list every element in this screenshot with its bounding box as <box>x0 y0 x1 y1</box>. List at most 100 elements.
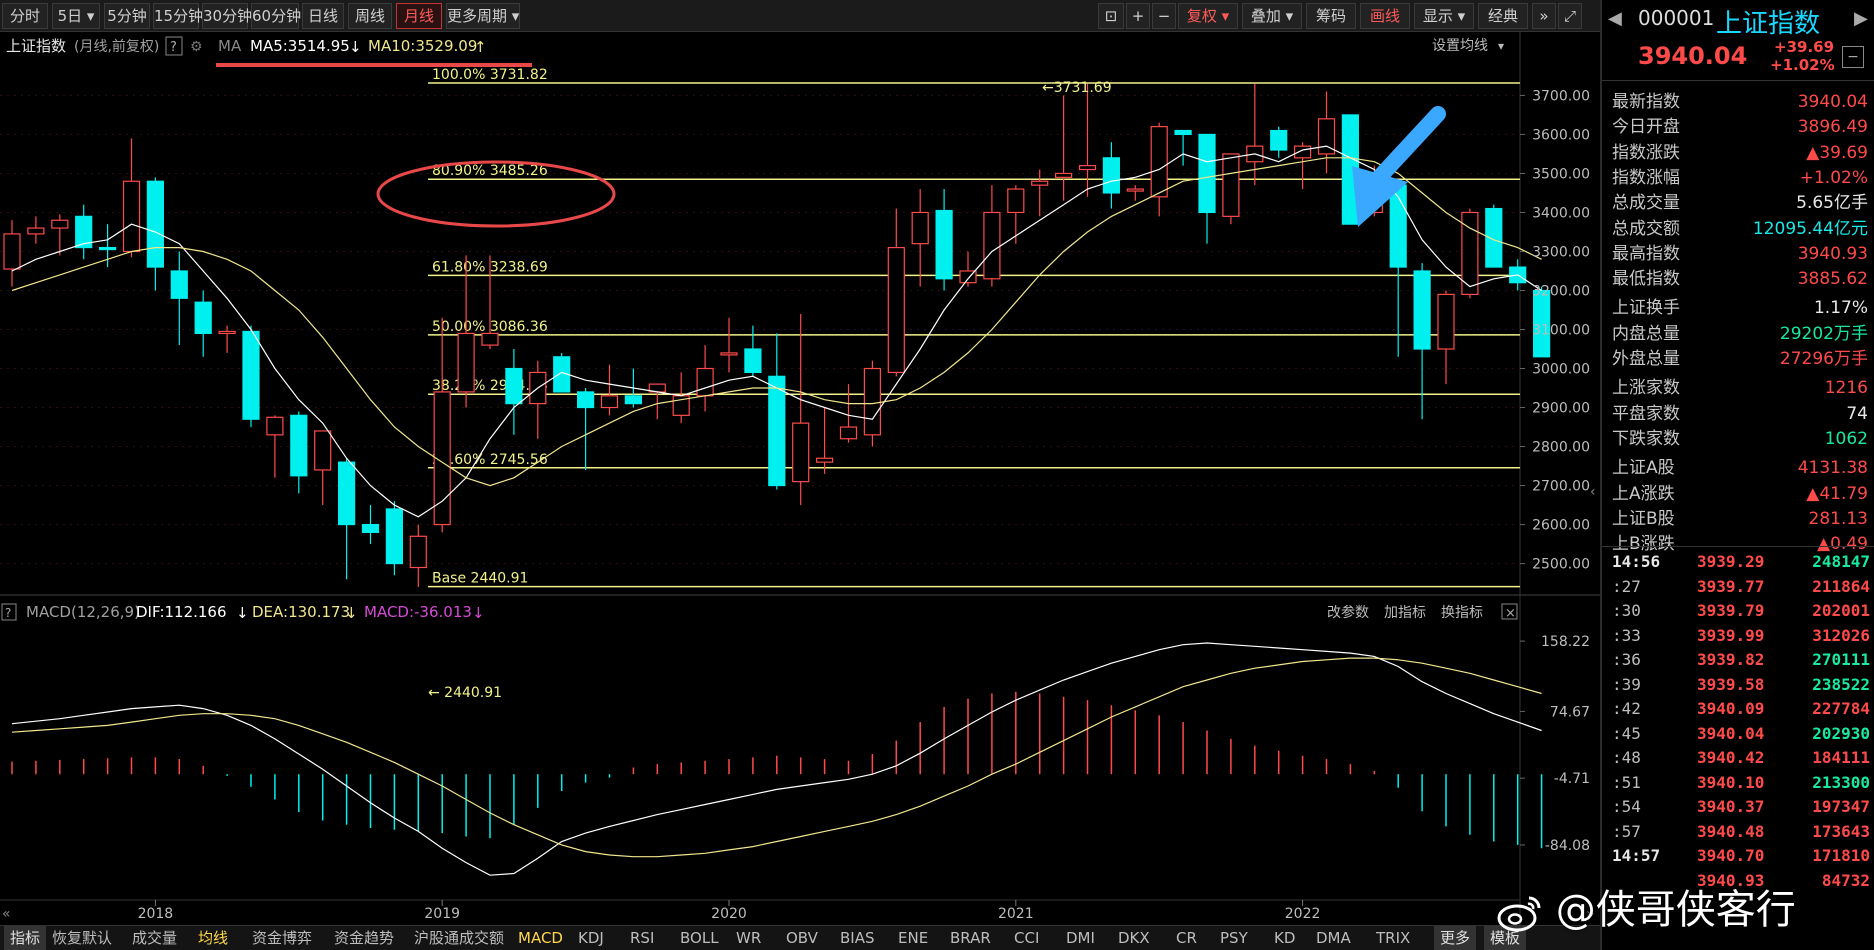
minimize-icon[interactable]: − <box>1842 46 1864 68</box>
period-tab-30min[interactable]: 30分钟 <box>202 3 252 29</box>
indicator-tab[interactable]: BRAR <box>950 926 991 950</box>
candle-up <box>3 233 21 270</box>
period-tab-60min[interactable]: 60分钟 <box>251 3 301 29</box>
tick-volume: 173643 <box>1812 821 1870 841</box>
indicator-tab[interactable]: BOLL <box>680 926 719 950</box>
chevron-down-icon: ▾ <box>1285 7 1294 25</box>
indicator-tab[interactable]: 资金博弈 <box>252 926 312 950</box>
gear-icon[interactable]: ⚙ <box>190 39 203 55</box>
quote-stat-label: 上证B股 <box>1612 508 1675 529</box>
indicator-tab[interactable]: BIAS <box>840 926 875 950</box>
weibo-logo-icon <box>1497 896 1541 932</box>
collapse-panel-icon[interactable]: ‹ <box>1590 484 1596 500</box>
tick-price: 3940.04 <box>1697 723 1765 743</box>
period-tab-more[interactable]: 更多周期 ▾ <box>446 3 520 29</box>
candle-up <box>792 422 810 483</box>
tick-time: :57 <box>1612 821 1641 841</box>
stock-change: +39.69 <box>1774 38 1835 56</box>
help-icon[interactable]: ? <box>5 606 11 620</box>
indicator-tab[interactable]: PSY <box>1220 926 1248 950</box>
stock-change-pct: +1.02% <box>1770 56 1835 74</box>
indicator-tab[interactable]: KDJ <box>578 926 604 950</box>
tick-row: :57 3940.48 173643 <box>1612 820 1874 844</box>
chart-area[interactable]: 上证指数 (月线,前复权) ? ⚙ MA MA5:3514.95 ↓ MA10:… <box>0 32 1600 925</box>
macd-add-indicator[interactable]: 加指标 <box>1384 605 1426 621</box>
indicator-tab[interactable]: 均线 <box>198 926 228 950</box>
prev-stock-icon[interactable]: ◀ <box>1608 8 1622 29</box>
indicator-tab[interactable]: 资金趋势 <box>334 926 394 950</box>
indicator-tab[interactable]: ENE <box>898 926 928 950</box>
period-tab-daily[interactable]: 日线 <box>302 3 344 29</box>
next-stock-icon[interactable]: ▶ <box>1854 8 1868 29</box>
indicator-tab[interactable]: 指标 <box>4 926 47 950</box>
quote-stat-row: 上证A股 4131.38 <box>1612 456 1872 481</box>
tick-price: 3940.42 <box>1697 748 1765 767</box>
indicator-tab[interactable]: CCI <box>1014 926 1039 950</box>
candle-up <box>983 211 1001 280</box>
candle-up <box>600 395 619 409</box>
zoom-out-icon[interactable]: − <box>1152 3 1176 29</box>
tick-volume: 238522 <box>1812 674 1870 694</box>
chevron-down-icon: ▾ <box>86 7 95 25</box>
ma-settings-button[interactable]: 设置均线 <box>1432 38 1488 54</box>
adjust-button[interactable]: 复权 ▾ <box>1178 3 1238 29</box>
period-tab-weekly[interactable]: 周线 <box>348 3 392 29</box>
zoom-in-icon[interactable]: + <box>1126 3 1150 29</box>
tick-time: :39 <box>1612 674 1641 694</box>
candle-down <box>290 414 308 477</box>
indicator-tab[interactable]: 成交量 <box>132 926 177 950</box>
indicator-tab[interactable]: TRIX <box>1376 926 1410 950</box>
classic-button[interactable]: 经典 <box>1478 3 1528 29</box>
period-tab-5min[interactable]: 5分钟 <box>104 3 150 29</box>
close-icon[interactable]: × <box>1505 606 1516 621</box>
quote-stat-row: 指数涨幅 +1.02% <box>1612 166 1872 191</box>
fullscreen-icon[interactable]: ⤢ <box>1558 3 1582 29</box>
quote-stat-value: 3896.49 <box>1797 117 1868 138</box>
indicator-tab[interactable]: 更多 <box>1434 926 1477 950</box>
macd-change-indicator[interactable]: 换指标 <box>1441 604 1483 621</box>
tick-volume: 202930 <box>1812 723 1870 743</box>
overlay-button[interactable]: 叠加 ▾ <box>1242 3 1302 29</box>
indicator-tab[interactable]: OBV <box>786 926 818 950</box>
indicator-tab[interactable]: WR <box>736 926 761 950</box>
candle-up <box>1078 165 1097 171</box>
candle-up <box>1293 145 1312 159</box>
display-button[interactable]: 显示 ▾ <box>1414 3 1474 29</box>
quote-stat-label: 下跌家数 <box>1612 428 1680 449</box>
period-tab-15min[interactable]: 15分钟 <box>153 3 203 29</box>
period-tab-timeshare[interactable]: 分时 <box>2 3 48 29</box>
scroll-left-icon[interactable]: « <box>2 906 11 922</box>
kline-chart[interactable]: 上证指数 (月线,前复权) ? ⚙ MA MA5:3514.95 ↓ MA10:… <box>0 32 1600 925</box>
indicator-tab[interactable]: 恢复默认 <box>52 926 112 950</box>
fast-forward-icon[interactable]: » <box>1532 3 1556 29</box>
indicator-tab[interactable]: RSI <box>630 926 654 950</box>
divider <box>1602 80 1874 81</box>
quote-stat-row: 总成交额 12095.44亿元 <box>1612 217 1872 242</box>
indicator-tab[interactable]: DMA <box>1316 926 1351 950</box>
tick-row: :39 3939.58 238522 <box>1612 673 1874 697</box>
indicator-tab[interactable]: 沪股通成交额 <box>414 926 504 950</box>
draw-button[interactable]: 画线 <box>1360 3 1410 29</box>
candle-up <box>51 219 69 229</box>
arrow-down-icon: ↓ <box>345 604 358 622</box>
quote-stat-label: 外盘总量 <box>1612 349 1680 369</box>
watermark-text: @侠哥侠客行 <box>1555 887 1796 933</box>
help-icon[interactable]: ? <box>170 40 177 55</box>
price-grid <box>0 94 1520 565</box>
indicator-tab[interactable]: MACD <box>518 926 563 950</box>
chips-button[interactable]: 筹码 <box>1306 3 1356 29</box>
stock-price: 3940.04 <box>1638 42 1748 70</box>
y-tick-label: 3000.00 <box>1532 362 1590 378</box>
fib-label: Base 2440.91 <box>432 571 528 587</box>
indicator-tab[interactable]: DKX <box>1118 926 1150 950</box>
macd-edit-params[interactable]: 改参数 <box>1327 604 1369 621</box>
period-tab-monthly[interactable]: 月线 <box>396 3 442 29</box>
lock-icon[interactable]: ⊡ <box>1098 3 1124 29</box>
period-tab-5day[interactable]: 5日 ▾ <box>52 3 100 29</box>
indicator-tab[interactable]: KD <box>1274 926 1295 950</box>
x-tick-label: 2020 <box>711 906 747 922</box>
indicator-tab[interactable]: DMI <box>1066 926 1095 950</box>
candle-down <box>935 209 953 280</box>
high-marker: ←3731.69 <box>1042 80 1112 96</box>
indicator-tab[interactable]: CR <box>1176 926 1197 950</box>
